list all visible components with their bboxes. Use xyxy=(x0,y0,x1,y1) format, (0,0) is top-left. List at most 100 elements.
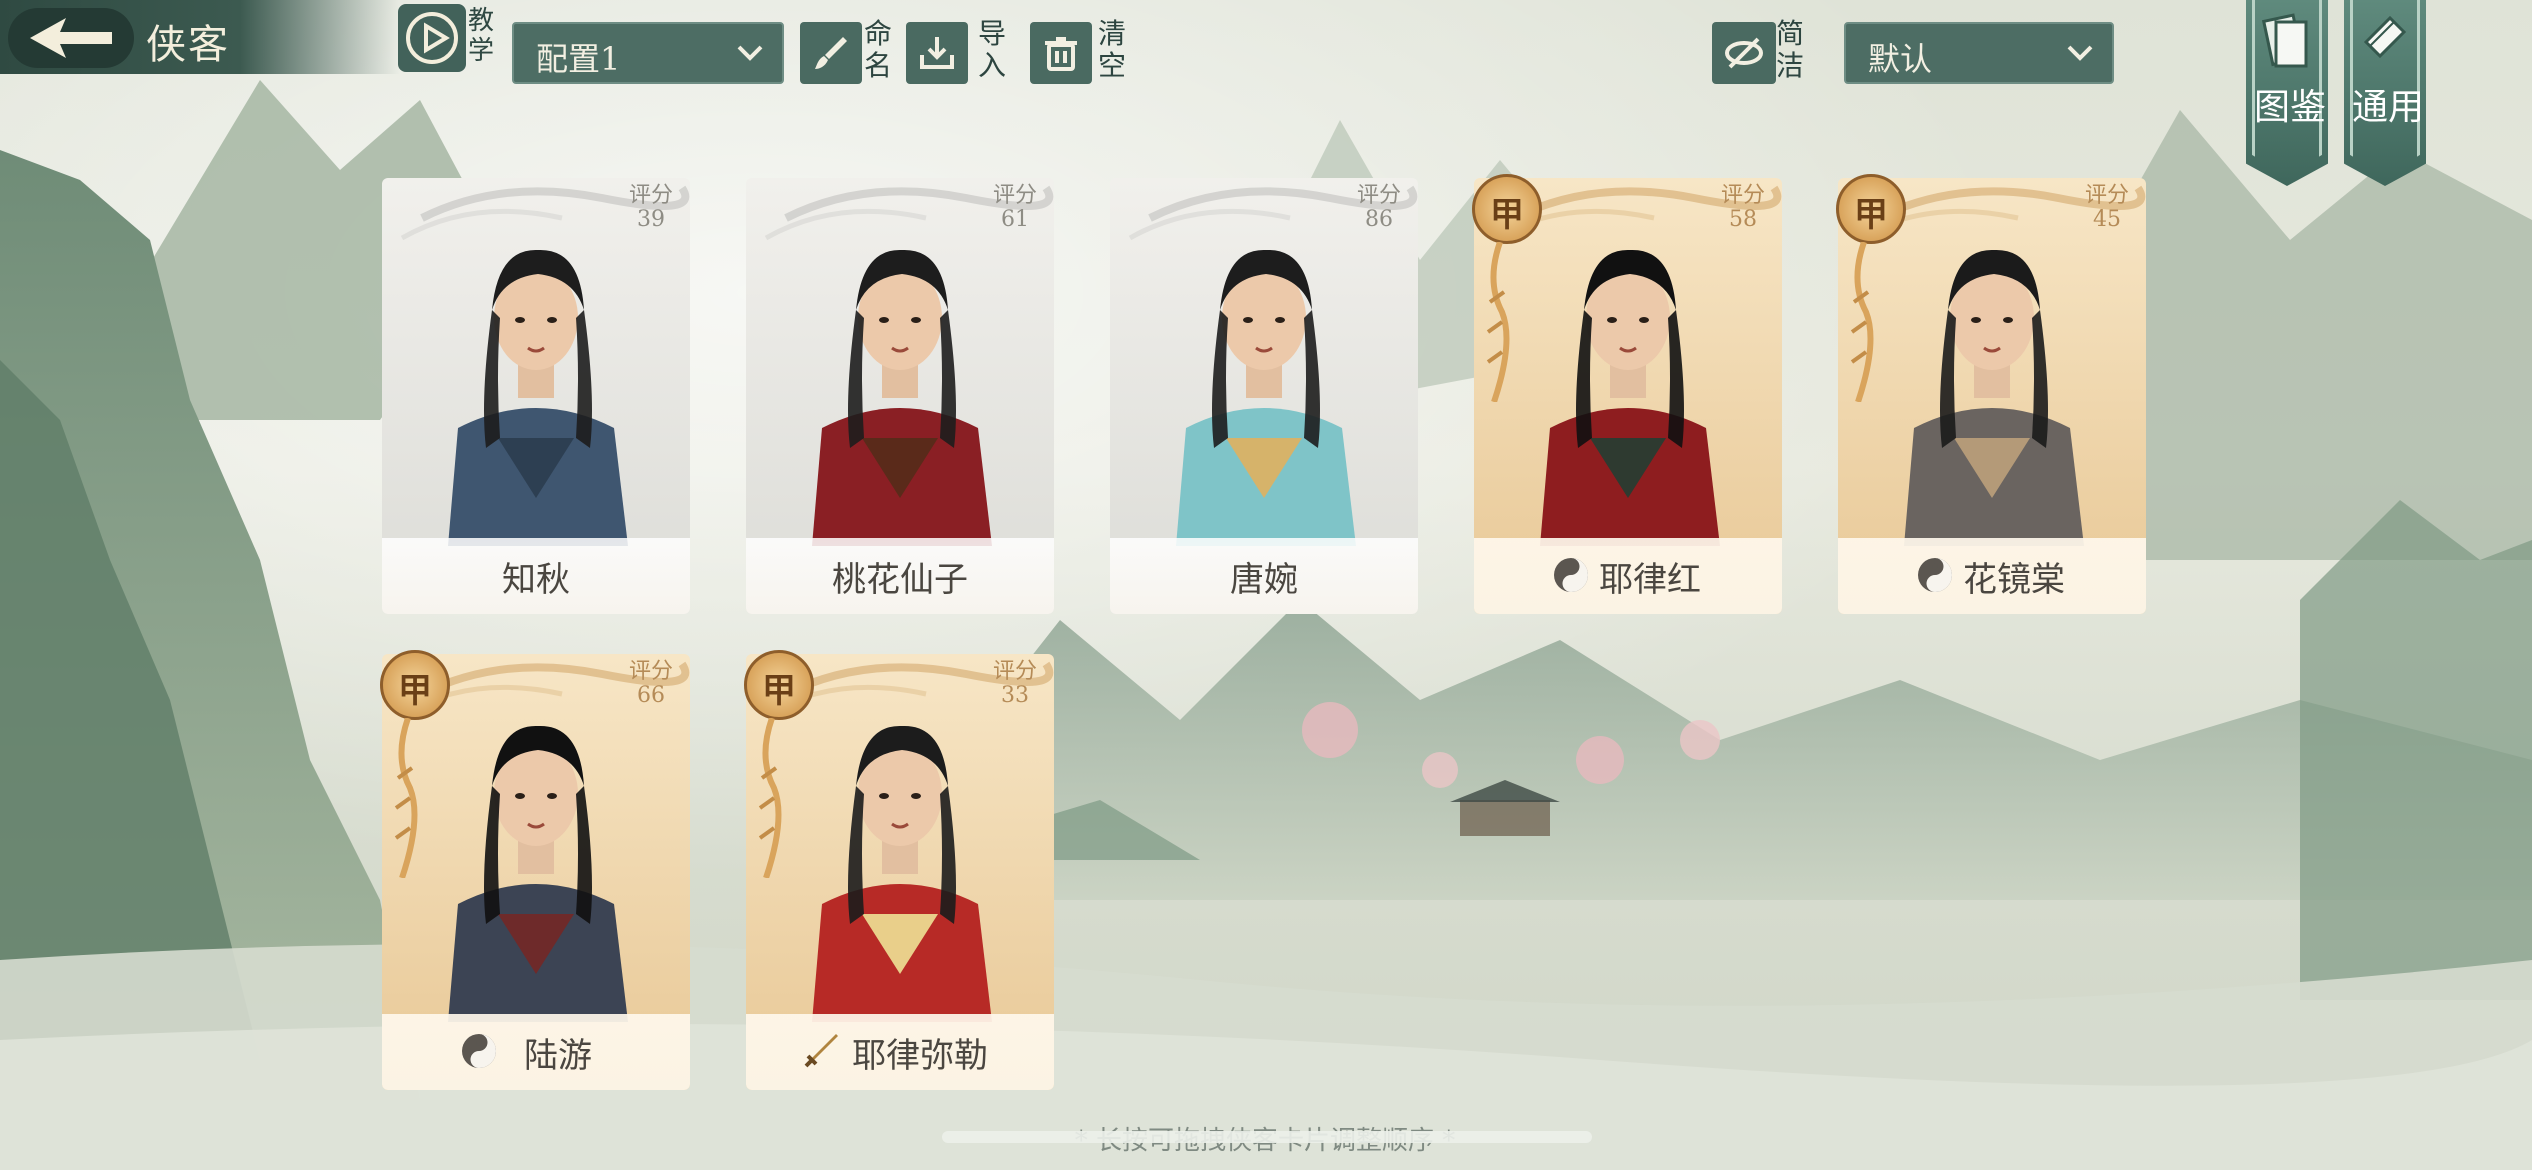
score-badge: 评分 58 xyxy=(1718,184,1768,232)
hero-name-bar: 唐婉 xyxy=(1110,538,1418,614)
hero-name: 桃花仙子 xyxy=(832,560,968,600)
grade-text: 甲 xyxy=(1490,195,1524,235)
hero-card[interactable]: 评分 45 花镜棠 甲 xyxy=(1836,174,2146,614)
hero-portrait xyxy=(812,725,992,1022)
hero-name: 耶律弥勒 xyxy=(852,1036,988,1076)
grade-ribbon-decoration xyxy=(1850,242,1874,402)
grade-ribbon-decoration xyxy=(1486,242,1510,402)
config-select[interactable]: 配置1 xyxy=(512,22,784,84)
grade-text: 甲 xyxy=(398,671,432,711)
score-badge: 评分 61 xyxy=(990,184,1040,232)
download-icon xyxy=(920,37,954,69)
chevron-down-icon xyxy=(737,45,763,61)
hero-name: 陆游 xyxy=(524,1036,592,1076)
hero-card[interactable]: 评分 33 耶律弥勒 甲 xyxy=(744,650,1054,1090)
hero-card[interactable]: 评分 61 桃花仙子 xyxy=(746,178,1054,614)
score-value: 86 xyxy=(1365,207,1393,232)
general-label: 通用 xyxy=(2352,87,2425,128)
score-value: 58 xyxy=(1729,207,1757,232)
tutorial-button[interactable]: 教学 xyxy=(398,4,494,72)
card-frame: 评分 66 陆游 xyxy=(382,654,690,1090)
simple-mode-button[interactable] xyxy=(1712,22,1776,84)
grade-ribbon-decoration xyxy=(758,718,782,878)
score-badge: 评分 66 xyxy=(626,660,676,708)
score-value: 66 xyxy=(637,683,665,708)
grade-badge: 甲 xyxy=(744,650,814,720)
rename-button[interactable] xyxy=(800,22,862,84)
hero-card[interactable]: 评分 86 唐婉 xyxy=(1110,178,1418,614)
top-bar: 侠客 教学 配置1 命名 导入 清空 简洁 默认 图鉴 通用 xyxy=(0,0,2532,186)
hero-portrait xyxy=(1904,249,2084,546)
sort-select-value: 默认 xyxy=(1868,40,1933,78)
score-label: 评分 xyxy=(1720,183,1765,208)
brush-icon xyxy=(815,37,847,69)
card-frame: 评分 39 知秋 xyxy=(382,178,690,614)
grade-badge: 甲 xyxy=(1472,174,1542,244)
back-button[interactable] xyxy=(8,8,134,68)
score-badge: 评分 39 xyxy=(626,184,676,232)
hero-card[interactable]: 评分 39 知秋 xyxy=(382,178,690,614)
page-title: 侠客 xyxy=(146,22,230,68)
card-frame: 评分 58 耶律红 xyxy=(1474,178,1782,614)
card-frame: 评分 33 耶律弥勒 xyxy=(746,654,1054,1090)
import-label: 导入 xyxy=(978,17,1007,82)
score-badge: 评分 45 xyxy=(2082,184,2132,232)
sort-select[interactable]: 默认 xyxy=(1844,22,2114,84)
hero-card[interactable]: 评分 58 耶律红 甲 xyxy=(1472,174,1782,614)
hero-name-bar: 耶律弥勒 xyxy=(746,1014,1054,1090)
hero-portrait xyxy=(448,249,628,546)
score-label: 评分 xyxy=(992,659,1037,684)
grade-ribbon-decoration xyxy=(394,718,418,878)
score-label: 评分 xyxy=(2084,183,2129,208)
grade-text: 甲 xyxy=(762,671,796,711)
hero-portrait xyxy=(812,249,992,546)
book-icon xyxy=(2262,13,2308,68)
score-value: 45 xyxy=(2093,207,2121,232)
header-strip: 侠客 xyxy=(0,0,400,74)
hero-name-bar: 知秋 xyxy=(382,538,690,614)
score-badge: 评分 33 xyxy=(990,660,1040,708)
rename-label: 命名 xyxy=(864,17,893,82)
card-frame: 评分 86 唐婉 xyxy=(1110,178,1418,614)
hero-name-bar: 耶律红 xyxy=(1474,538,1782,614)
codex-button[interactable]: 图鉴 xyxy=(2246,0,2328,186)
simple-mode-label: 简洁 xyxy=(1776,17,1805,82)
score-label: 评分 xyxy=(628,659,673,684)
hero-name: 唐婉 xyxy=(1230,560,1298,600)
grade-badge: 甲 xyxy=(1836,174,1906,244)
card-frame: 评分 61 桃花仙子 xyxy=(746,178,1054,614)
codex-label: 图鉴 xyxy=(2254,87,2327,128)
clear-button[interactable] xyxy=(1030,22,1092,84)
back-arrow-icon xyxy=(30,18,112,58)
hero-name: 花镜棠 xyxy=(1963,560,2065,600)
grade-badge: 甲 xyxy=(380,650,450,720)
play-icon xyxy=(398,4,466,72)
hero-name-bar: 桃花仙子 xyxy=(746,538,1054,614)
hero-portrait xyxy=(1540,249,1720,546)
hero-card[interactable]: 评分 66 陆游 甲 xyxy=(380,650,690,1090)
score-value: 33 xyxy=(1001,683,1029,708)
hero-portrait xyxy=(448,725,628,1022)
trash-icon xyxy=(1045,37,1077,71)
score-label: 评分 xyxy=(992,183,1037,208)
hero-name: 知秋 xyxy=(502,560,570,600)
score-label: 评分 xyxy=(628,183,673,208)
general-button[interactable]: 通用 xyxy=(2344,0,2426,186)
config-select-value: 配置1 xyxy=(536,40,621,78)
hero-name-bar: 花镜棠 xyxy=(1838,538,2146,614)
score-label: 评分 xyxy=(1356,183,1401,208)
import-button[interactable] xyxy=(906,22,968,84)
hero-name: 耶律红 xyxy=(1599,560,1701,600)
clear-label: 清空 xyxy=(1098,17,1127,82)
home-indicator[interactable] xyxy=(942,1131,1592,1143)
score-badge: 评分 86 xyxy=(1354,184,1404,232)
card-frame: 评分 45 花镜棠 xyxy=(1838,178,2146,614)
grade-text: 甲 xyxy=(1854,195,1888,235)
hero-name-bar: 陆游 xyxy=(382,1014,690,1090)
tutorial-label: 教学 xyxy=(468,6,495,66)
scroll-icon xyxy=(2363,15,2407,59)
chevron-down-icon xyxy=(2067,45,2093,61)
score-value: 39 xyxy=(637,207,665,232)
eye-slash-icon xyxy=(1725,37,1763,69)
score-value: 61 xyxy=(1001,207,1029,232)
